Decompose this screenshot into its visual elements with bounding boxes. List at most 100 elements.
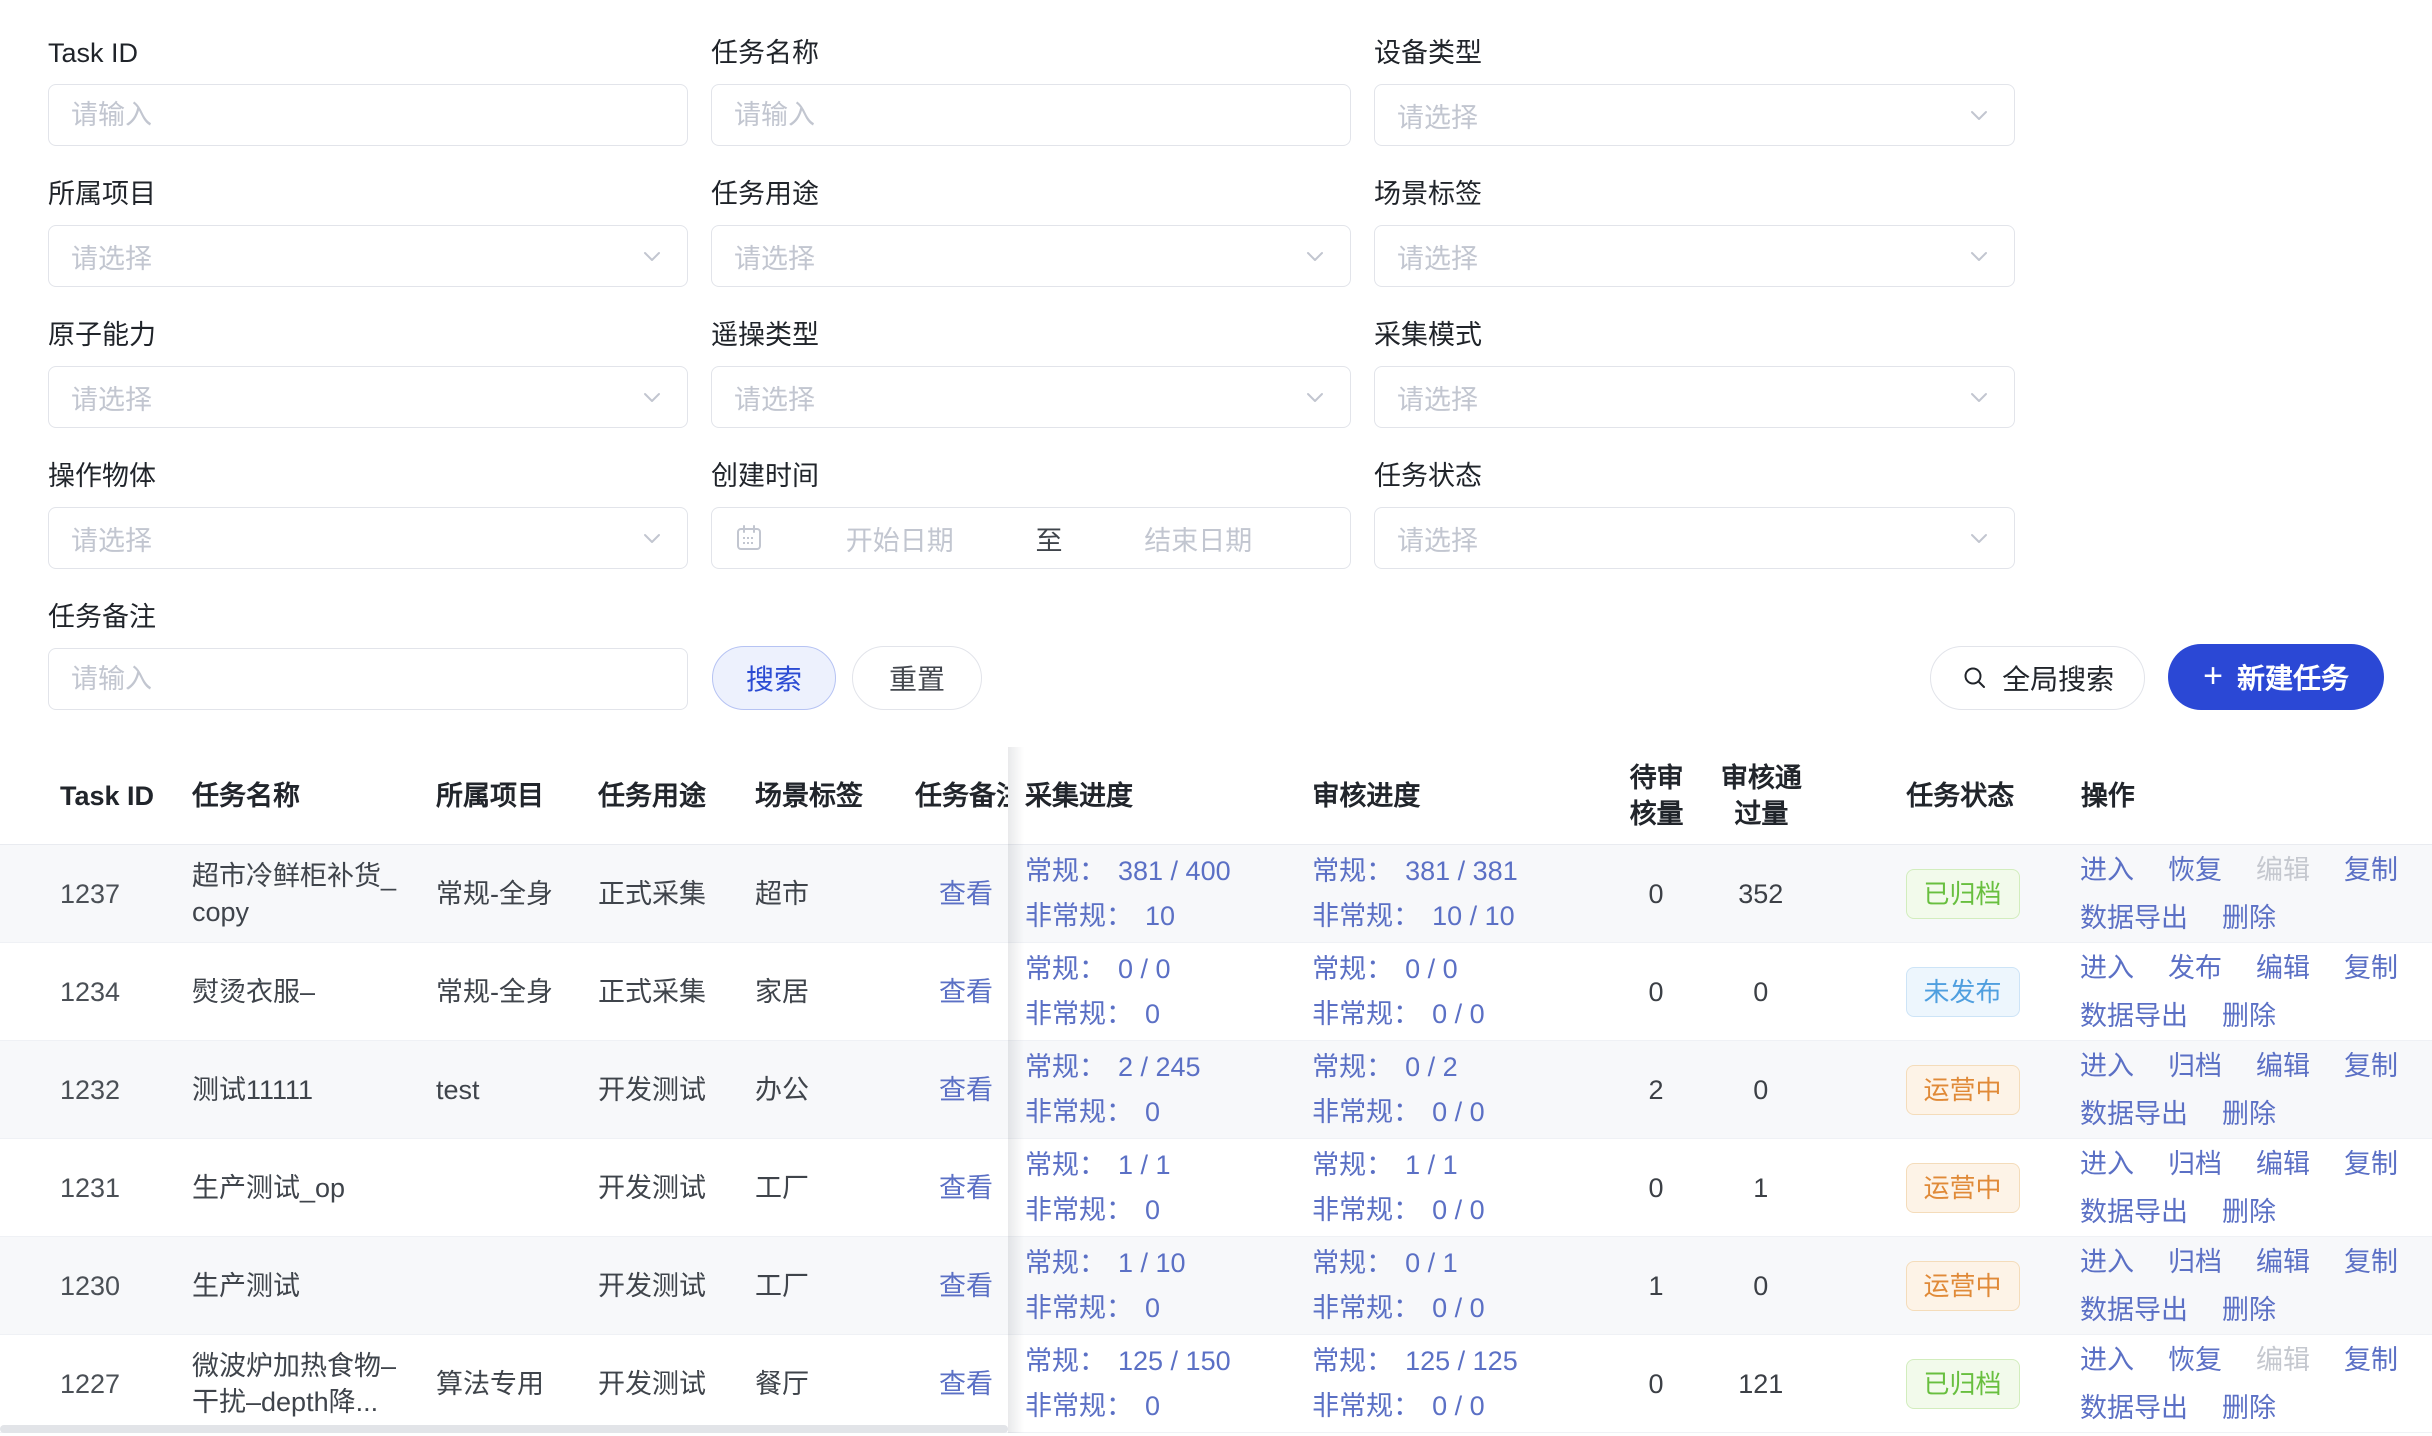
action-link[interactable]: 删除 (2222, 1194, 2276, 1230)
header-scene: 场景标签 (755, 747, 905, 844)
cell-scene: 超市 (755, 845, 905, 942)
cell-task-id: 1237 (0, 845, 192, 942)
status-badge: 运营中 (1906, 1065, 2020, 1115)
cell-pending-count: 0 (1611, 1139, 1701, 1236)
view-remark-link[interactable]: 查看 (939, 1268, 993, 1304)
cell-usage: 开发测试 (598, 1335, 755, 1432)
cell-usage: 正式采集 (598, 943, 755, 1040)
header-task-id: Task ID (0, 747, 192, 844)
header-task-name: 任务名称 (192, 747, 436, 844)
action-link[interactable]: 数据导出 (2080, 998, 2188, 1034)
action-link[interactable]: 数据导出 (2080, 1194, 2188, 1230)
date-range-picker[interactable]: 开始日期 至 结束日期 (711, 507, 1351, 569)
task-remark-input[interactable] (48, 648, 688, 710)
end-date-placeholder: 结束日期 (1144, 519, 1252, 558)
cell-review-progress: 常规：1 / 1 非常规：0 / 0 (1312, 1139, 1611, 1236)
action-link[interactable]: 复制 (2344, 852, 2398, 888)
action-link[interactable]: 删除 (2222, 900, 2276, 936)
reset-button[interactable]: 重置 (852, 646, 982, 710)
action-link[interactable]: 发布 (2168, 950, 2222, 986)
view-remark-link[interactable]: 查看 (939, 1366, 993, 1402)
row-actions: 进入恢复编辑复制数据导出删除 (2080, 1342, 2432, 1426)
cell-pending-count: 1 (1611, 1237, 1701, 1334)
filter-select[interactable]: 请选择 (48, 366, 688, 428)
cell-collect-progress: 常规：381 / 400 非常规：10 (1008, 845, 1312, 942)
cell-task-id: 1230 (0, 1237, 192, 1334)
action-link[interactable]: 编辑 (2256, 1244, 2310, 1280)
filter-field-label: 创建时间 (711, 459, 1351, 493)
action-link[interactable]: 数据导出 (2080, 900, 2188, 936)
action-link[interactable]: 删除 (2222, 998, 2276, 1034)
filter-field-atomic-ability: 原子能力 请选择 (48, 318, 688, 428)
action-link[interactable]: 恢复 (2168, 852, 2222, 888)
filter-field-label: 任务用途 (711, 177, 1351, 211)
filter-select[interactable]: 请选择 (48, 225, 688, 287)
filter-field-task-id: Task ID (48, 36, 688, 146)
filter-select[interactable]: 请选择 (1374, 366, 2015, 428)
filter-field-label: 原子能力 (48, 318, 688, 352)
action-link[interactable]: 进入 (2080, 1244, 2134, 1280)
filter-field-project: 所属项目 请选择 (48, 177, 688, 287)
action-link[interactable]: 归档 (2168, 1048, 2222, 1084)
table-row: 1227 微波炉加热食物–干扰–depth降... 算法专用 开发测试 餐厅 查… (0, 1335, 2432, 1433)
chevron-down-icon (1966, 102, 1992, 128)
global-search-button[interactable]: 全局搜索 (1930, 646, 2145, 710)
action-link[interactable]: 复制 (2344, 1244, 2398, 1280)
action-link[interactable]: 数据导出 (2080, 1292, 2188, 1328)
filter-select[interactable]: 请选择 (711, 225, 1351, 287)
action-link[interactable]: 进入 (2080, 1146, 2134, 1182)
action-link[interactable]: 进入 (2080, 852, 2134, 888)
header-actions: 操作 (2081, 747, 2432, 844)
action-link[interactable]: 复制 (2344, 1146, 2398, 1182)
action-link[interactable]: 归档 (2168, 1146, 2222, 1182)
filter-field-operation-object: 操作物体 请选择 (48, 459, 688, 569)
filter-select[interactable]: 请选择 (48, 507, 688, 569)
cell-task-id: 1232 (0, 1041, 192, 1138)
action-link[interactable]: 删除 (2222, 1292, 2276, 1328)
horizontal-scrollbar[interactable] (0, 1425, 1008, 1433)
cell-pending-count: 0 (1611, 845, 1701, 942)
action-link[interactable]: 归档 (2168, 1244, 2222, 1280)
action-link[interactable]: 复制 (2344, 1048, 2398, 1084)
cell-approved-count: 0 (1701, 943, 1821, 1040)
action-link[interactable]: 编辑 (2256, 1048, 2310, 1084)
action-link[interactable]: 编辑 (2256, 950, 2310, 986)
filter-field-label: 采集模式 (1374, 318, 2015, 352)
view-remark-link[interactable]: 查看 (939, 876, 993, 912)
action-link[interactable]: 复制 (2344, 950, 2398, 986)
action-link[interactable]: 进入 (2080, 1048, 2134, 1084)
filter-select[interactable]: 请选择 (1374, 84, 2015, 146)
cell-collect-progress: 常规：0 / 0 非常规：0 (1008, 943, 1312, 1040)
filter-select[interactable]: 请选择 (1374, 225, 2015, 287)
cell-project (436, 1139, 598, 1236)
action-link[interactable]: 数据导出 (2080, 1096, 2188, 1132)
filter-field-label: 任务状态 (1374, 459, 2015, 493)
action-link[interactable]: 复制 (2344, 1342, 2398, 1378)
action-link[interactable]: 编辑 (2256, 1146, 2310, 1182)
view-remark-link[interactable]: 查看 (939, 1170, 993, 1206)
search-button[interactable]: 搜索 (712, 646, 836, 710)
action-link: 编辑 (2256, 1342, 2310, 1378)
filter-select[interactable]: 请选择 (1374, 507, 2015, 569)
action-link[interactable]: 恢复 (2168, 1342, 2222, 1378)
table-header: Task ID 任务名称 所属项目 任务用途 场景标签 任务备注 采集进度 审核… (0, 747, 2432, 845)
header-collect-progress: 采集进度 (1008, 747, 1312, 844)
action-link[interactable]: 数据导出 (2080, 1390, 2188, 1426)
filter-text-input[interactable] (711, 84, 1351, 146)
view-remark-link[interactable]: 查看 (939, 974, 993, 1010)
filter-select[interactable]: 请选择 (711, 366, 1351, 428)
filter-field-device-type: 设备类型 请选择 (1374, 36, 2015, 146)
cell-task-id: 1231 (0, 1139, 192, 1236)
cell-task-name: 生产测试 (192, 1237, 436, 1334)
filter-text-input[interactable] (48, 84, 688, 146)
action-link[interactable]: 删除 (2222, 1096, 2276, 1132)
view-remark-link[interactable]: 查看 (939, 1072, 993, 1108)
new-task-button[interactable]: + 新建任务 (2168, 644, 2384, 710)
cell-collect-progress: 常规：1 / 1 非常规：0 (1008, 1139, 1312, 1236)
cell-scene: 工厂 (755, 1139, 905, 1236)
status-badge: 运营中 (1906, 1163, 2020, 1213)
action-link[interactable]: 进入 (2080, 950, 2134, 986)
action-link[interactable]: 删除 (2222, 1390, 2276, 1426)
action-link[interactable]: 进入 (2080, 1342, 2134, 1378)
table-row: 1234 熨烫衣服– 常规-全身 正式采集 家居 查看 常规：0 / 0 非常规… (0, 943, 2432, 1041)
